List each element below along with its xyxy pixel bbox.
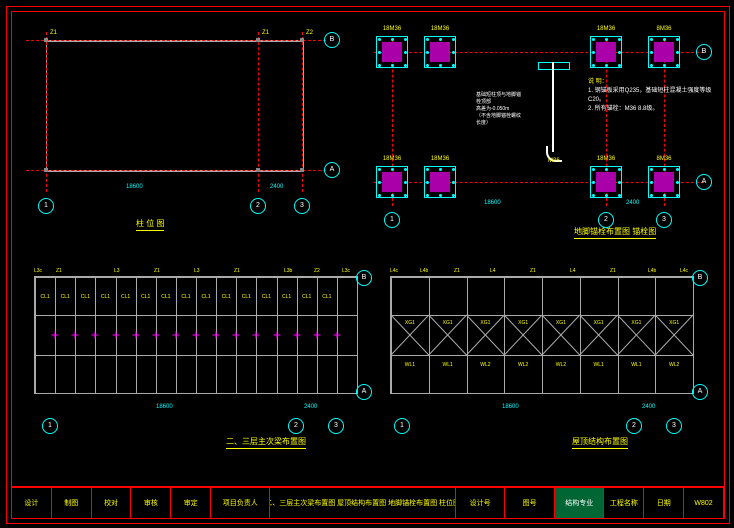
anchor-size-label: M36 bbox=[548, 158, 560, 164]
sheet-border: Z1 Z1 Z2 B A 1 2 3 18600 2400 柱 位 图 18M3… bbox=[6, 6, 730, 524]
beam-label: L3c bbox=[342, 268, 350, 274]
titleblock-cell: 制图 bbox=[52, 488, 92, 518]
beam-label: L4c bbox=[680, 268, 688, 274]
titleblock-cell: 校对 bbox=[92, 488, 132, 518]
grid-bubble-3: 3 bbox=[666, 418, 682, 434]
dim: 18600 bbox=[126, 184, 143, 190]
grid-bubble-a: A bbox=[324, 162, 340, 178]
titleblock-cell: W802 bbox=[684, 488, 724, 518]
titleblock-cell: 审核 bbox=[131, 488, 171, 518]
dim: 18600 bbox=[502, 404, 519, 410]
titleblock-cell: 二、三层主次梁布置图 屋顶结构布置图 地脚锚栓布置图 柱位图 bbox=[270, 488, 455, 518]
beam-label: Z1 bbox=[530, 268, 536, 274]
grid-bubble-3: 3 bbox=[328, 418, 344, 434]
beam-label: L4c bbox=[390, 268, 398, 274]
grid-bubble-a: A bbox=[356, 384, 372, 400]
titleblock-cell: 图号 bbox=[505, 488, 555, 518]
grid-bubble-1: 1 bbox=[394, 418, 410, 434]
beam-label: Z1 bbox=[56, 268, 62, 274]
grid-bubble-b: B bbox=[324, 32, 340, 48]
titleblock-cell: 设计号 bbox=[456, 488, 506, 518]
drawing-roof-structure: XG1WL1XG1WL1XG1WL2XG1WL2XG1WL2XG1WL1XG1W… bbox=[382, 252, 702, 452]
baseplate: 18M36 bbox=[424, 36, 456, 68]
beam-label: Z2 bbox=[306, 30, 313, 36]
drawing-title: 二、三层主次梁布置图 bbox=[226, 436, 306, 449]
roof-grid: XG1WL1XG1WL1XG1WL2XG1WL2XG1WL2XG1WL1XG1W… bbox=[390, 276, 694, 394]
drawing-column-location: Z1 Z1 Z2 B A 1 2 3 18600 2400 柱 位 图 bbox=[26, 22, 344, 228]
titleblock-cell: 工程名称 bbox=[604, 488, 644, 518]
drawing-floor-beam-layout: CL1CL1CL1CL1CL1CL1CL1CL1CL1CL1CL1CL1CL1C… bbox=[26, 252, 366, 452]
grid-bubble-b: B bbox=[696, 44, 712, 60]
beam-label: L3 bbox=[114, 268, 120, 274]
drawing-title: 屋顶结构布置图 bbox=[572, 436, 628, 449]
baseplate: 18M36 bbox=[376, 36, 408, 68]
grid-bubble-1: 1 bbox=[42, 418, 58, 434]
grid-bubble-2: 2 bbox=[288, 418, 304, 434]
beam-label: Z1 bbox=[234, 268, 240, 274]
dim: 2400 bbox=[626, 200, 639, 206]
drawing-title: 柱 位 图 bbox=[136, 218, 164, 231]
titleblock-cell: 日期 bbox=[644, 488, 684, 518]
beam-label: Z2 bbox=[314, 268, 320, 274]
beam-label: Z1 bbox=[454, 268, 460, 274]
dim: 2400 bbox=[270, 184, 283, 190]
grid-bubble-a: A bbox=[692, 384, 708, 400]
grid-bubble-2: 2 bbox=[250, 198, 266, 214]
beam-label: L4b bbox=[420, 268, 428, 274]
drawing-anchor-bolt-layout: 18M36 18M36 18M36 8M36 18M36 18M36 18M36… bbox=[374, 22, 714, 238]
anchor-dim-note: 基础短柱顶与地脚锚栓顶部高差为-0.050m（不含地脚锚栓螺纹长度） bbox=[476, 92, 522, 127]
beam-label: L3 bbox=[194, 268, 200, 274]
titleblock-cell: 设计 bbox=[12, 488, 52, 518]
grid-bubble-3: 3 bbox=[656, 212, 672, 228]
general-notes: 说 明： 1. 钢锚板采用Q235，基础短柱混凝土强度等级C20。 2. 所有锚… bbox=[588, 78, 718, 114]
drawing-title: 地脚锚栓布置图 锚栓图 bbox=[574, 226, 656, 239]
grid-bubble-b: B bbox=[692, 270, 708, 286]
grid-bubble-1: 1 bbox=[38, 198, 54, 214]
grid-bubble-3: 3 bbox=[294, 198, 310, 214]
grid-bubble-1: 1 bbox=[384, 212, 400, 228]
dim: 2400 bbox=[304, 404, 317, 410]
beam-label: L4 bbox=[570, 268, 576, 274]
beam-label: L4 bbox=[490, 268, 496, 274]
dim: 18600 bbox=[156, 404, 173, 410]
inner-border: Z1 Z1 Z2 B A 1 2 3 18600 2400 柱 位 图 18M3… bbox=[11, 11, 725, 487]
baseplate: 18M36 bbox=[590, 166, 622, 198]
titleblock-cell: 审定 bbox=[171, 488, 211, 518]
beam-label: Z1 bbox=[262, 30, 269, 36]
grid-bubble-2: 2 bbox=[626, 418, 642, 434]
baseplate: 18M36 bbox=[590, 36, 622, 68]
beam-label: Z1 bbox=[610, 268, 616, 274]
baseplate: 8M36 bbox=[648, 36, 680, 68]
baseplate: 18M36 bbox=[376, 166, 408, 198]
dim: 2400 bbox=[642, 404, 655, 410]
beam-label: L4b bbox=[648, 268, 656, 274]
baseplate: 18M36 bbox=[424, 166, 456, 198]
beam-label: Z1 bbox=[154, 268, 160, 274]
baseplate: 8M36 bbox=[648, 166, 680, 198]
beam-label: L3c bbox=[34, 268, 42, 274]
dim: 18600 bbox=[484, 200, 501, 206]
anchor-bolt-detail: M36 基础短柱顶与地脚锚栓顶部高差为-0.050m（不含地脚锚栓螺纹长度） bbox=[524, 62, 584, 162]
titleblock-cell: 结构专业 bbox=[555, 488, 605, 518]
title-block: 设计制图校对审核审定项目负责人二、三层主次梁布置图 屋顶结构布置图 地脚锚栓布置… bbox=[11, 487, 725, 519]
grid-bubble-a: A bbox=[696, 174, 712, 190]
plan-outline bbox=[46, 40, 304, 172]
titleblock-cell: 项目负责人 bbox=[211, 488, 270, 518]
beam-label: Z1 bbox=[50, 30, 57, 36]
grid-bubble-b: B bbox=[356, 270, 372, 286]
beam-grid: CL1CL1CL1CL1CL1CL1CL1CL1CL1CL1CL1CL1CL1C… bbox=[34, 276, 358, 394]
beam-label: L3b bbox=[284, 268, 292, 274]
